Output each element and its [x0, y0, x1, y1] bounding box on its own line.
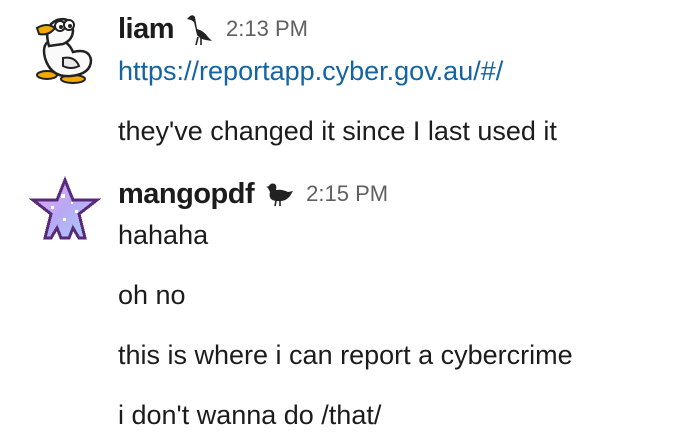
message-link[interactable]: https://reportapp.cyber.gov.au/#/: [118, 56, 503, 87]
message-text: they've changed it since I last used it: [118, 116, 557, 146]
message-timestamp[interactable]: 2:13 PM: [226, 16, 308, 42]
message-text: this is where i can report a cybercrime: [118, 340, 573, 370]
pixel-star-avatar-icon[interactable]: [27, 175, 103, 252]
author-name[interactable]: liam: [118, 13, 175, 46]
message-header: liam 2:13 PM: [118, 10, 308, 48]
message-group-liam: liam 2:13 PM https://reportapp.cyber.gov…: [0, 0, 686, 170]
duck-avatar-icon[interactable]: [27, 12, 103, 88]
message-timestamp[interactable]: 2:15 PM: [306, 181, 388, 207]
message-group-mangopdf: mangopdf 2:15 PM hahaha oh no this is wh…: [0, 170, 686, 441]
message-text: oh no: [118, 280, 186, 310]
author-name[interactable]: mangopdf: [118, 178, 255, 211]
message-text: hahaha: [118, 220, 209, 250]
message-header: mangopdf 2:15 PM: [118, 175, 388, 213]
message-text: i don't wanna do /that/: [118, 400, 382, 430]
duck-bird-icon[interactable]: [264, 178, 294, 210]
heron-bird-icon[interactable]: [184, 13, 214, 46]
